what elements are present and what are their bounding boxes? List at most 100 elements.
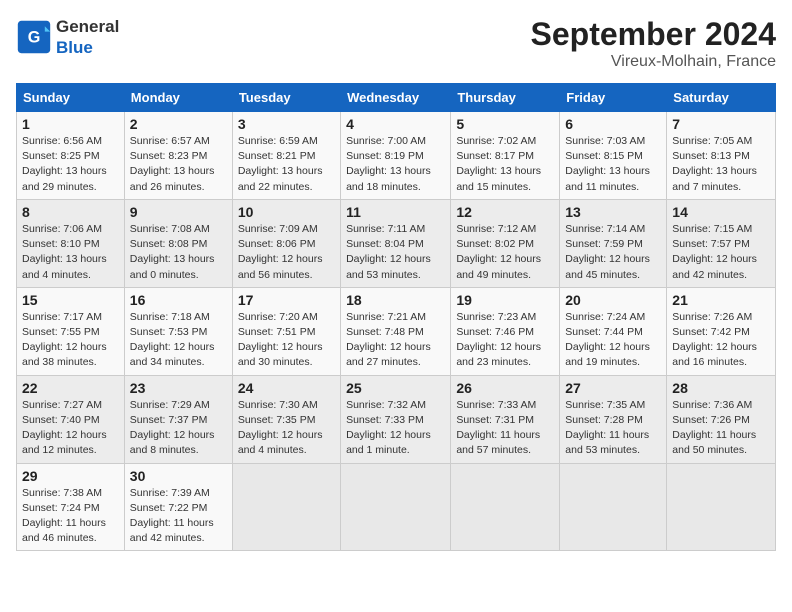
day-cell: 18 Sunrise: 7:21 AM Sunset: 7:48 PM Dayli…: [341, 287, 451, 375]
day-info: Sunrise: 7:03 AM Sunset: 8:15 PM Dayligh…: [565, 134, 661, 195]
day-cell: 13 Sunrise: 7:14 AM Sunset: 7:59 PM Dayli…: [560, 199, 667, 287]
day-info: Sunrise: 7:11 AM Sunset: 8:04 PM Dayligh…: [346, 222, 445, 283]
day-cell: 22 Sunrise: 7:27 AM Sunset: 7:40 PM Dayli…: [17, 375, 125, 463]
day-info: Sunrise: 7:30 AM Sunset: 7:35 PM Dayligh…: [238, 398, 335, 459]
day-cell: [451, 463, 560, 551]
day-cell: 19Sunrise: 7:23 AM Sunset: 7:46 PM Dayli…: [451, 287, 560, 375]
day-number: 24: [238, 380, 335, 396]
week-row-3: 15 Sunrise: 7:17 AM Sunset: 7:55 PM Dayli…: [17, 287, 776, 375]
day-info: Sunrise: 7:21 AM Sunset: 7:48 PM Dayligh…: [346, 310, 445, 371]
day-number: 17: [238, 292, 335, 308]
day-info: Sunrise: 7:23 AM Sunset: 7:46 PM Dayligh…: [456, 310, 554, 371]
day-cell: 17 Sunrise: 7:20 AM Sunset: 7:51 PM Dayli…: [232, 287, 340, 375]
day-cell: 23Sunrise: 7:29 AM Sunset: 7:37 PM Dayli…: [124, 375, 232, 463]
day-info: Sunrise: 7:32 AM Sunset: 7:33 PM Dayligh…: [346, 398, 445, 459]
day-cell: 25 Sunrise: 7:32 AM Sunset: 7:33 PM Dayli…: [341, 375, 451, 463]
day-number: 15: [22, 292, 119, 308]
day-info: Sunrise: 7:15 AM Sunset: 7:57 PM Dayligh…: [672, 222, 770, 283]
day-number: 27: [565, 380, 661, 396]
day-number: 25: [346, 380, 445, 396]
day-info: Sunrise: 7:26 AM Sunset: 7:42 PM Dayligh…: [672, 310, 770, 371]
day-info: Sunrise: 7:17 AM Sunset: 7:55 PM Dayligh…: [22, 310, 119, 371]
day-cell: 9Sunrise: 7:08 AM Sunset: 8:08 PM Daylig…: [124, 199, 232, 287]
day-cell: 10 Sunrise: 7:09 AM Sunset: 8:06 PM Dayli…: [232, 199, 340, 287]
day-cell: 26Sunrise: 7:33 AM Sunset: 7:31 PM Dayli…: [451, 375, 560, 463]
day-cell: 12 Sunrise: 7:12 AM Sunset: 8:02 PM Dayli…: [451, 199, 560, 287]
calendar-table: SundayMondayTuesdayWednesdayThursdayFrid…: [16, 83, 776, 551]
day-number: 21: [672, 292, 770, 308]
title-block: September 2024 Vireux-Molhain, France: [531, 16, 776, 71]
day-number: 14: [672, 204, 770, 220]
day-cell: 3Sunrise: 6:59 AM Sunset: 8:21 PM Daylig…: [232, 112, 340, 200]
day-cell: 27 Sunrise: 7:35 AM Sunset: 7:28 PM Dayli…: [560, 375, 667, 463]
day-cell: 21 Sunrise: 7:26 AM Sunset: 7:42 PM Dayli…: [667, 287, 776, 375]
day-cell: 7 Sunrise: 7:05 AM Sunset: 8:13 PM Daylig…: [667, 112, 776, 200]
day-info: Sunrise: 7:18 AM Sunset: 7:53 PM Dayligh…: [130, 310, 227, 371]
day-cell: [341, 463, 451, 551]
day-number: 5: [456, 116, 554, 132]
day-number: 8: [22, 204, 119, 220]
day-cell: 28Sunrise: 7:36 AM Sunset: 7:26 PM Dayli…: [667, 375, 776, 463]
month-title: September 2024: [531, 16, 776, 53]
day-cell: 29 Sunrise: 7:38 AM Sunset: 7:24 PM Dayli…: [17, 463, 125, 551]
day-number: 7: [672, 116, 770, 132]
weekday-header-thursday: Thursday: [451, 84, 560, 112]
day-number: 26: [456, 380, 554, 396]
day-info: Sunrise: 7:35 AM Sunset: 7:28 PM Dayligh…: [565, 398, 661, 459]
day-number: 16: [130, 292, 227, 308]
week-row-2: 8 Sunrise: 7:06 AM Sunset: 8:10 PM Daylig…: [17, 199, 776, 287]
day-cell: 11Sunrise: 7:11 AM Sunset: 8:04 PM Dayli…: [341, 199, 451, 287]
week-row-1: 1 Sunrise: 6:56 AM Sunset: 8:25 PM Daylig…: [17, 112, 776, 200]
day-info: Sunrise: 7:05 AM Sunset: 8:13 PM Dayligh…: [672, 134, 770, 195]
day-number: 2: [130, 116, 227, 132]
day-info: Sunrise: 6:56 AM Sunset: 8:25 PM Dayligh…: [22, 134, 119, 195]
day-cell: [560, 463, 667, 551]
day-info: Sunrise: 7:27 AM Sunset: 7:40 PM Dayligh…: [22, 398, 119, 459]
weekday-header-saturday: Saturday: [667, 84, 776, 112]
day-number: 10: [238, 204, 335, 220]
week-row-5: 29 Sunrise: 7:38 AM Sunset: 7:24 PM Dayli…: [17, 463, 776, 551]
day-cell: 6 Sunrise: 7:03 AM Sunset: 8:15 PM Daylig…: [560, 112, 667, 200]
day-info: Sunrise: 7:39 AM Sunset: 7:22 PM Dayligh…: [130, 486, 227, 547]
day-info: Sunrise: 7:20 AM Sunset: 7:51 PM Dayligh…: [238, 310, 335, 371]
weekday-header-tuesday: Tuesday: [232, 84, 340, 112]
day-cell: [667, 463, 776, 551]
day-number: 22: [22, 380, 119, 396]
day-info: Sunrise: 7:36 AM Sunset: 7:26 PM Dayligh…: [672, 398, 770, 459]
day-cell: 1 Sunrise: 6:56 AM Sunset: 8:25 PM Daylig…: [17, 112, 125, 200]
day-cell: 15 Sunrise: 7:17 AM Sunset: 7:55 PM Dayli…: [17, 287, 125, 375]
day-number: 12: [456, 204, 554, 220]
day-number: 1: [22, 116, 119, 132]
day-number: 30: [130, 468, 227, 484]
day-info: Sunrise: 7:24 AM Sunset: 7:44 PM Dayligh…: [565, 310, 661, 371]
weekday-header-sunday: Sunday: [17, 84, 125, 112]
logo-blue-text: Blue: [56, 38, 93, 57]
day-info: Sunrise: 7:14 AM Sunset: 7:59 PM Dayligh…: [565, 222, 661, 283]
day-cell: 24 Sunrise: 7:30 AM Sunset: 7:35 PM Dayli…: [232, 375, 340, 463]
weekday-header-wednesday: Wednesday: [341, 84, 451, 112]
day-info: Sunrise: 7:09 AM Sunset: 8:06 PM Dayligh…: [238, 222, 335, 283]
day-cell: 8 Sunrise: 7:06 AM Sunset: 8:10 PM Daylig…: [17, 199, 125, 287]
weekday-header-friday: Friday: [560, 84, 667, 112]
day-info: Sunrise: 7:12 AM Sunset: 8:02 PM Dayligh…: [456, 222, 554, 283]
day-info: Sunrise: 6:57 AM Sunset: 8:23 PM Dayligh…: [130, 134, 227, 195]
day-number: 20: [565, 292, 661, 308]
day-cell: 16 Sunrise: 7:18 AM Sunset: 7:53 PM Dayli…: [124, 287, 232, 375]
day-number: 18: [346, 292, 445, 308]
week-row-4: 22 Sunrise: 7:27 AM Sunset: 7:40 PM Dayli…: [17, 375, 776, 463]
day-number: 13: [565, 204, 661, 220]
day-info: Sunrise: 7:06 AM Sunset: 8:10 PM Dayligh…: [22, 222, 119, 283]
day-info: Sunrise: 7:38 AM Sunset: 7:24 PM Dayligh…: [22, 486, 119, 547]
day-info: Sunrise: 7:00 AM Sunset: 8:19 PM Dayligh…: [346, 134, 445, 195]
svg-text:G: G: [28, 28, 41, 46]
day-cell: 14 Sunrise: 7:15 AM Sunset: 7:57 PM Dayli…: [667, 199, 776, 287]
day-cell: 5Sunrise: 7:02 AM Sunset: 8:17 PM Daylig…: [451, 112, 560, 200]
day-number: 29: [22, 468, 119, 484]
day-cell: [232, 463, 340, 551]
day-cell: 2 Sunrise: 6:57 AM Sunset: 8:23 PM Daylig…: [124, 112, 232, 200]
day-info: Sunrise: 7:29 AM Sunset: 7:37 PM Dayligh…: [130, 398, 227, 459]
day-cell: 20 Sunrise: 7:24 AM Sunset: 7:44 PM Dayli…: [560, 287, 667, 375]
day-number: 6: [565, 116, 661, 132]
day-info: Sunrise: 7:08 AM Sunset: 8:08 PM Dayligh…: [130, 222, 227, 283]
day-info: Sunrise: 6:59 AM Sunset: 8:21 PM Dayligh…: [238, 134, 335, 195]
